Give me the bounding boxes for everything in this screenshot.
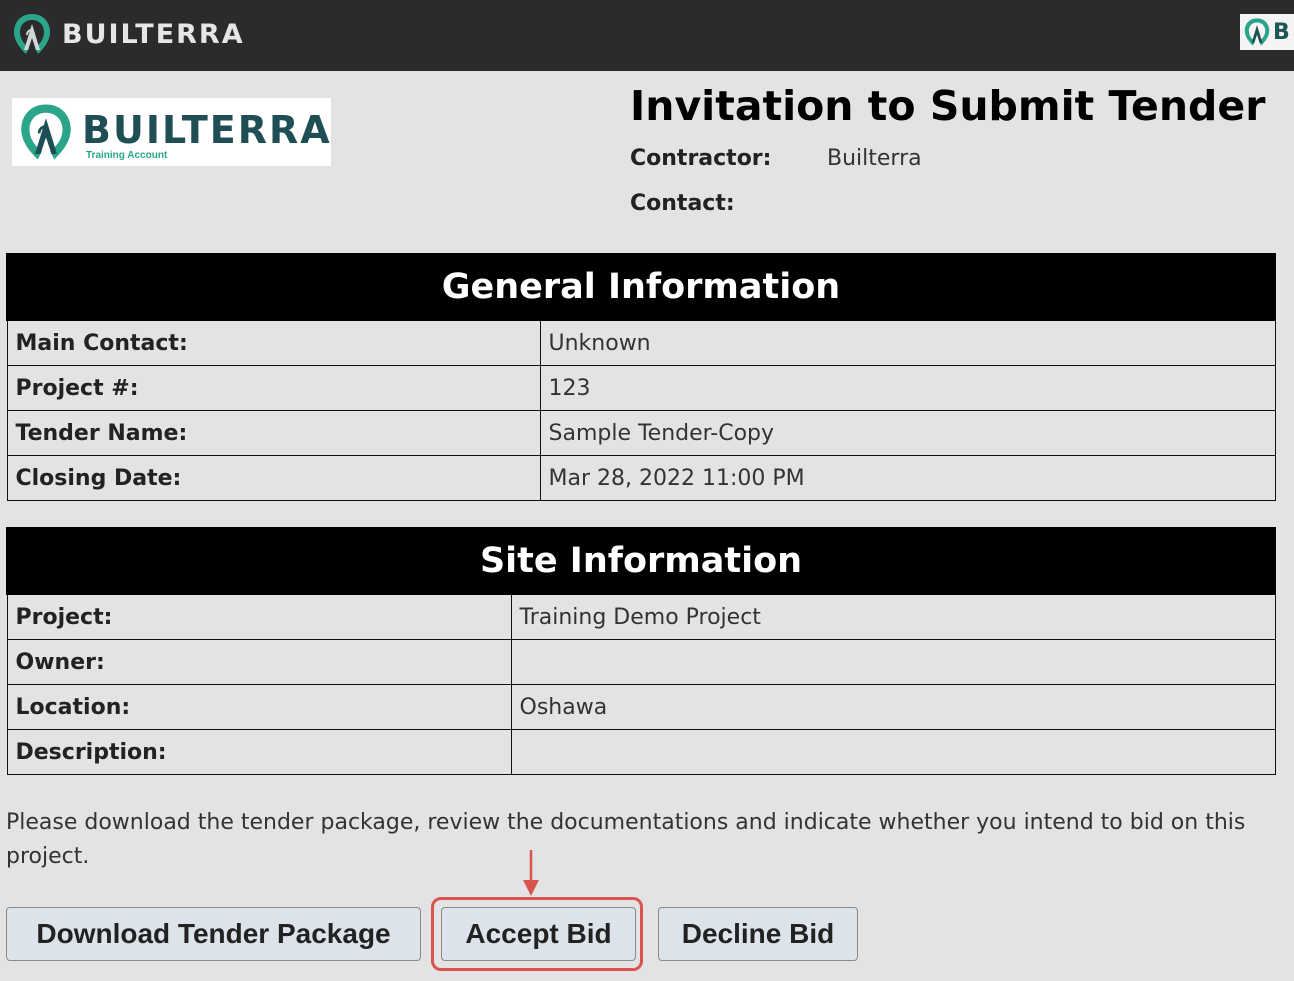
general-information-table: General Information Main Contact: Unknow…: [6, 253, 1276, 501]
description-label: Description:: [6, 729, 512, 775]
owner-value: [510, 639, 1276, 685]
table-row: Owner:: [6, 639, 1276, 685]
location-label: Location:: [6, 684, 512, 730]
closing-date-label: Closing Date:: [6, 455, 541, 501]
arrow-down-icon: [523, 850, 539, 896]
decline-bid-button[interactable]: Decline Bid: [658, 907, 858, 961]
table-row: Description:: [6, 729, 1276, 775]
table-row: Location: Oshawa: [6, 684, 1276, 730]
company-logo: BUILTERRA Training Account: [12, 98, 331, 166]
site-information-table: Site Information Project: Training Demo …: [6, 527, 1276, 775]
builterra-logo-icon: [14, 14, 50, 54]
project-number-value: 123: [539, 365, 1276, 411]
site-project-value: Training Demo Project: [510, 593, 1276, 640]
contact-label: Contact:: [630, 191, 735, 216]
builterra-logo-icon: [1244, 18, 1270, 46]
description-value: [510, 729, 1276, 775]
tender-name-value: Sample Tender-Copy: [539, 410, 1276, 456]
main-contact-value: Unknown: [539, 319, 1276, 366]
logo-name: BUILTERRA: [82, 108, 332, 152]
contractor-row: Contractor: Builterra: [630, 146, 922, 171]
contact-row: Contact:: [630, 191, 827, 216]
topbar-brand[interactable]: BUILTERRA: [10, 10, 245, 58]
site-information-heading: Site Information: [6, 527, 1276, 595]
logo-subtitle: Training Account: [86, 150, 168, 161]
table-row: Project: Training Demo Project: [6, 593, 1276, 640]
site-project-label: Project:: [6, 593, 512, 640]
download-tender-package-button[interactable]: Download Tender Package: [6, 907, 421, 961]
project-number-label: Project #:: [6, 365, 541, 411]
closing-date-value: Mar 28, 2022 11:00 PM: [539, 455, 1276, 501]
contractor-label: Contractor:: [630, 146, 772, 171]
topbar-brand-text: BUILTERRA: [62, 18, 245, 50]
location-value: Oshawa: [510, 684, 1276, 730]
main-contact-label: Main Contact:: [6, 319, 541, 366]
instructions-text: Please download the tender package, revi…: [6, 810, 1246, 869]
contractor-value: Builterra: [827, 146, 922, 171]
table-row: Tender Name: Sample Tender-Copy: [6, 410, 1276, 456]
builterra-logo-icon: [21, 104, 71, 160]
page-title: Invitation to Submit Tender: [630, 82, 1266, 130]
table-row: Project #: 123: [6, 365, 1276, 411]
table-row: Main Contact: Unknown: [6, 319, 1276, 366]
topbar-right-logo-letter: B: [1273, 19, 1290, 45]
tender-name-label: Tender Name:: [6, 410, 541, 456]
topbar-right-logo: B: [1240, 14, 1294, 50]
general-information-heading: General Information: [6, 253, 1276, 321]
owner-label: Owner:: [6, 639, 512, 685]
table-row: Closing Date: Mar 28, 2022 11:00 PM: [6, 455, 1276, 501]
accept-bid-button[interactable]: Accept Bid: [441, 907, 636, 961]
top-bar: BUILTERRA B: [0, 0, 1294, 71]
